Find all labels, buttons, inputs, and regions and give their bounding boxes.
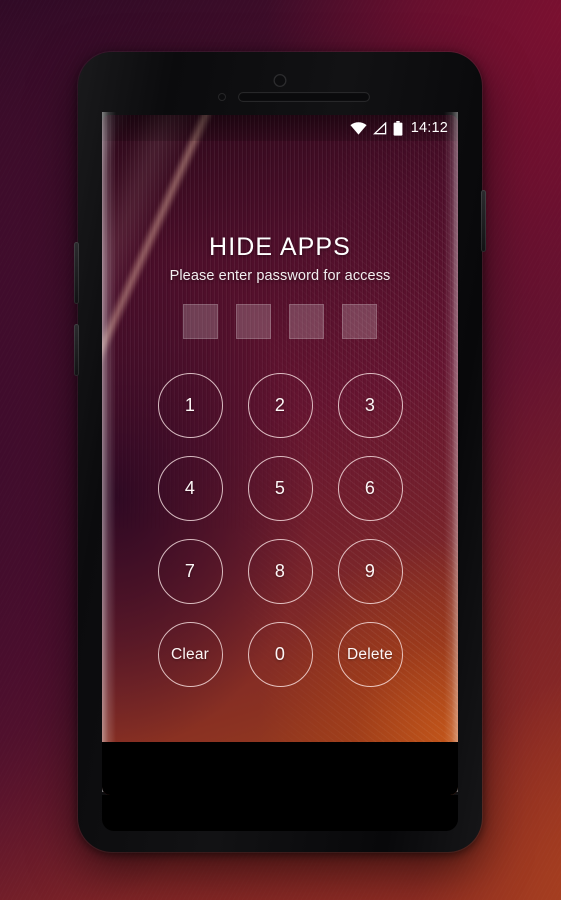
page-subtitle: Please enter password for access [169,268,391,284]
keypad-key-5[interactable]: 5 [247,456,313,521]
password-display [183,304,377,339]
navigation-bar-area [102,742,458,795]
phone-top-hardware [78,74,482,104]
proximity-sensor-icon [218,93,226,101]
keypad-clear-button[interactable]: Clear [157,622,223,687]
pin-box [342,304,377,339]
keypad-delete-button[interactable]: Delete [337,622,403,687]
keypad-key-2[interactable]: 2 [247,373,313,438]
page-title: HIDE APPS [209,233,351,261]
pin-box [183,304,218,339]
phone-device: 14:12 HIDE APPS Please enter password fo… [74,52,486,852]
power-button[interactable] [481,190,486,252]
signal-triangle-icon [372,121,387,135]
keypad-key-7[interactable]: 7 [157,539,223,604]
keypad-key-0[interactable]: 0 [247,622,313,687]
status-bar: 14:12 [102,115,458,141]
hide-apps-lock-screen: HIDE APPS Please enter password for acce… [102,115,458,795]
numeric-keypad: 1 2 3 4 5 6 7 8 9 Clear 0 Delete [145,364,415,696]
keypad-key-3[interactable]: 3 [337,373,403,438]
phone-bottom-bezel [102,795,458,831]
keypad-key-1[interactable]: 1 [157,373,223,438]
keypad-key-6[interactable]: 6 [337,456,403,521]
pin-box [236,304,271,339]
volume-button[interactable] [74,242,79,304]
keypad-key-4[interactable]: 4 [157,456,223,521]
desktop-backdrop: 14:12 HIDE APPS Please enter password fo… [0,0,561,900]
status-bar-clock: 14:12 [410,120,448,136]
wifi-icon [350,121,367,135]
keypad-key-9[interactable]: 9 [337,539,403,604]
front-camera-icon [273,74,287,87]
keypad-key-8[interactable]: 8 [247,539,313,604]
earpiece-speaker-icon [238,92,370,102]
phone-screen: 14:12 HIDE APPS Please enter password fo… [102,115,458,795]
pin-box [289,304,324,339]
battery-full-icon [393,120,403,136]
bixby-button[interactable] [74,324,79,376]
